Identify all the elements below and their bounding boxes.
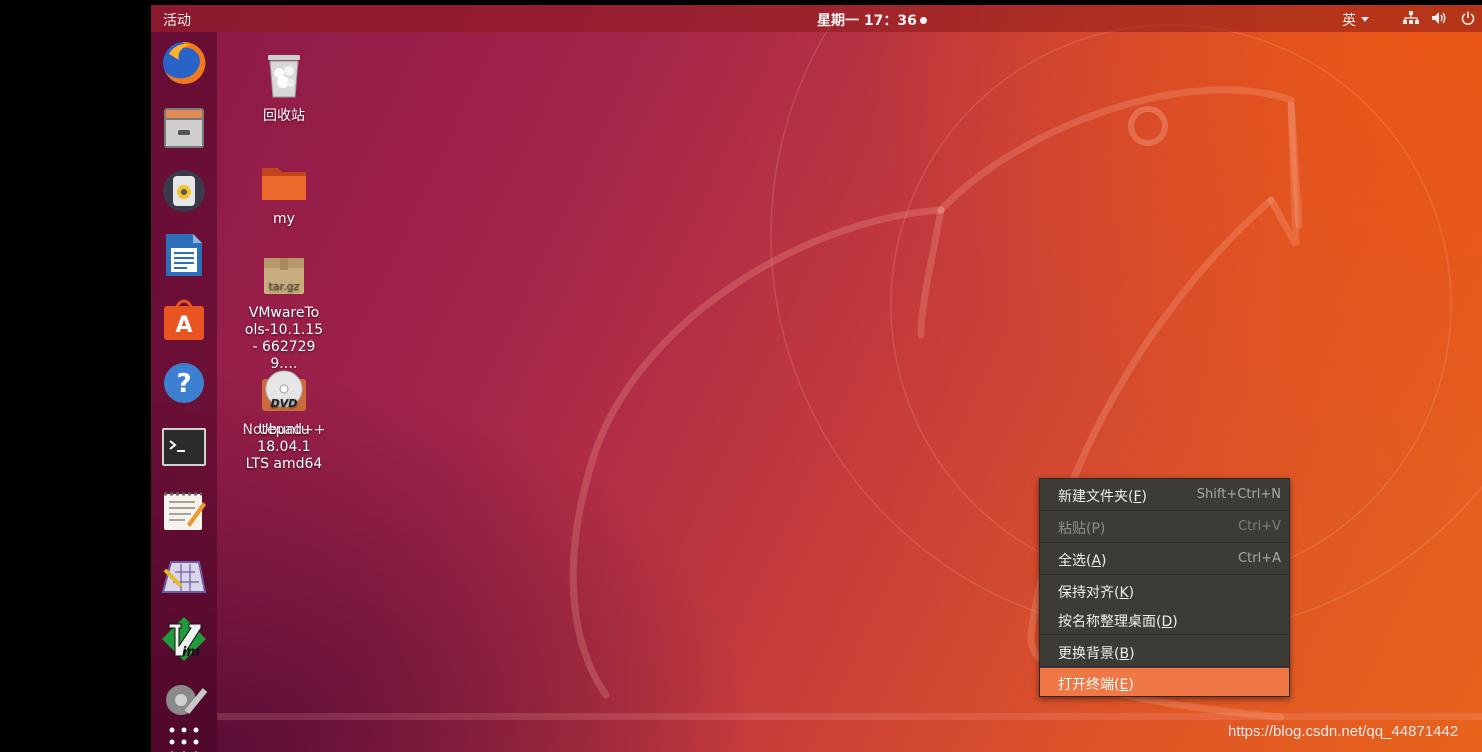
overlapping-label: Notepad++	[242, 422, 326, 438]
menu-separator	[1040, 542, 1289, 543]
software-center-icon[interactable]: A	[161, 296, 207, 342]
menu-item-shortcut: Ctrl+A	[1238, 551, 1281, 566]
desktop-icon-label: VMwareTo ols-10.1.15- 6627299.…	[244, 305, 324, 372]
menu-item-label: 全选(A)	[1058, 553, 1107, 569]
clock-menu[interactable]: 星期一 17：36	[817, 10, 927, 30]
terminal-icon[interactable]	[161, 424, 207, 470]
menu-item-shortcut: Shift+Ctrl+N	[1196, 487, 1281, 502]
menu-item-shortcut: Ctrl+V	[1238, 519, 1281, 534]
archive-badge: tar.gz	[269, 280, 300, 293]
menu-item-label: 按名称整理桌面(D)	[1058, 614, 1178, 630]
files-icon[interactable]	[161, 104, 207, 150]
firefox-icon[interactable]	[161, 40, 207, 86]
menu-item-paste: 粘贴(P) Ctrl+V	[1040, 512, 1289, 540]
menu-item-label: 更换背景(B)	[1058, 646, 1135, 662]
menu-separator	[1040, 510, 1289, 511]
input-method-label: 英	[1342, 13, 1356, 29]
menu-item-organize-by-name[interactable]: 按名称整理桌面(D)	[1040, 605, 1289, 633]
menu-separator	[1040, 666, 1289, 667]
folder-icon	[262, 168, 306, 200]
archive-icon: tar.gz	[264, 258, 304, 294]
power-icon[interactable]	[1461, 11, 1475, 25]
volume-icon[interactable]	[1431, 11, 1447, 25]
svg-text:im: im	[182, 645, 200, 660]
dvd-icon: DVD	[262, 370, 306, 411]
help-icon[interactable]: ?	[161, 360, 207, 406]
dvd-badge: DVD	[271, 397, 298, 410]
clock-text: 星期一 17：36	[817, 13, 917, 29]
desktop-icon-label: 回收站	[263, 108, 305, 124]
watermark-url: https://blog.csdn.net/qq_44871442	[1228, 723, 1459, 740]
vim-icon[interactable]: im	[161, 616, 207, 662]
menu-item-label: 打开终端(E)	[1058, 677, 1134, 693]
menu-item-keep-aligned[interactable]: 保持对齐(K)	[1040, 576, 1289, 604]
desktop-icon-folder-my[interactable]: my	[239, 162, 329, 228]
text-editor-icon[interactable]	[161, 488, 207, 534]
notification-dot-icon	[919, 17, 927, 24]
menu-separator	[1040, 574, 1289, 575]
chevron-down-icon	[1361, 17, 1369, 22]
desktop-icon-trash[interactable]: 回收站	[239, 51, 329, 125]
show-apps-icon[interactable]	[161, 724, 207, 752]
network-icon[interactable]	[1403, 11, 1419, 25]
sudoku-icon[interactable]	[161, 552, 207, 598]
trash-icon	[268, 55, 300, 98]
activities-button[interactable]: 活动	[163, 10, 191, 30]
input-method-menu[interactable]: 英	[1342, 10, 1369, 30]
libreoffice-writer-icon[interactable]	[161, 232, 207, 278]
desktop-icon-vmware-tools[interactable]: tar.gz VMwareTo ols-10.1.15- 6627299.…	[239, 254, 329, 373]
menu-item-open-terminal[interactable]: 打开终端(E)	[1040, 668, 1289, 696]
desktop-icon-label: my	[273, 211, 295, 227]
menu-item-change-background[interactable]: 更换背景(B)	[1040, 637, 1289, 665]
menu-item-select-all[interactable]: 全选(A) Ctrl+A	[1040, 544, 1289, 572]
desktop-icon-ubuntu-dvd[interactable]: DVD Ubuntu 18.04.1 LTS amd64 Notepad++	[239, 369, 329, 473]
menu-separator	[1040, 634, 1289, 635]
menu-item-label: 保持对齐(K)	[1058, 585, 1135, 601]
rhythmbox-icon[interactable]	[161, 168, 207, 214]
top-bar: 活动 星期一 17：36 英	[151, 5, 1482, 32]
menu-item-new-folder[interactable]: 新建文件夹(F) Shift+Ctrl+N	[1040, 480, 1289, 508]
dock: A ? im	[151, 32, 217, 752]
menu-item-label: 粘贴(P)	[1058, 521, 1106, 537]
menu-item-label: 新建文件夹(F)	[1058, 489, 1147, 505]
settings-icon[interactable]	[161, 678, 207, 718]
svg-text:?: ?	[176, 369, 191, 399]
desktop-context-menu: 新建文件夹(F) Shift+Ctrl+N 粘贴(P) Ctrl+V 全选(A)…	[1039, 478, 1290, 697]
svg-text:A: A	[175, 313, 192, 338]
